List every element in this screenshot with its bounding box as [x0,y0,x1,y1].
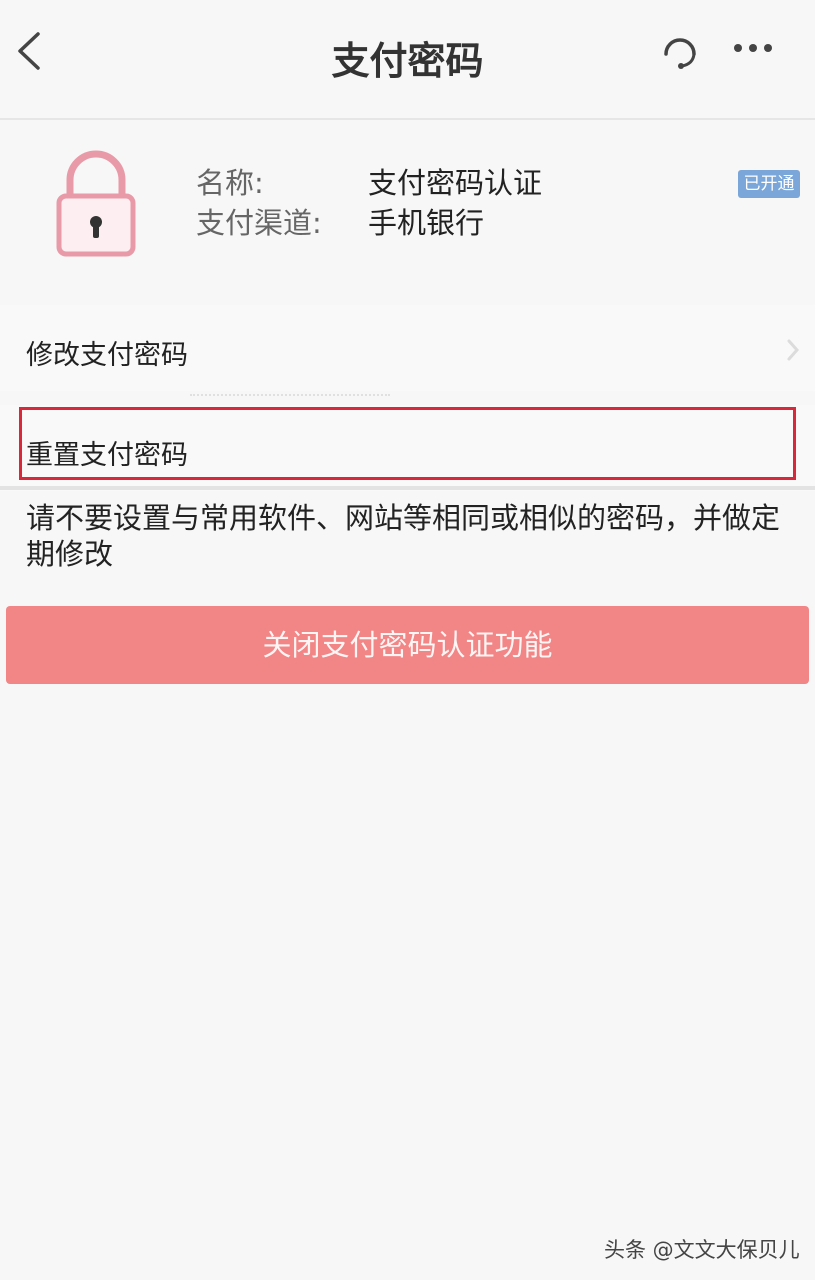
top-bar: 支付密码 [0,0,815,120]
lock-icon [56,150,136,257]
name-row: 名称: 支付密码认证 [196,160,542,202]
disable-password-auth-button[interactable]: 关闭支付密码认证功能 [6,606,809,684]
watermark-text: 头条 @文文大保贝儿 [604,1238,800,1262]
chevron-right-icon [787,339,800,361]
payment-password-page: 支付密码 名称: 支付密码认证 支付渠道: 手机银行 已开通 修改支付密码 重置… [0,0,815,1280]
channel-row: 支付渠道: 手机银行 [196,200,484,242]
customer-service-button[interactable] [656,26,704,74]
modify-password-label: 修改支付密码 [26,340,188,371]
channel-label: 支付渠道: [196,206,322,240]
name-label: 名称: [196,166,264,200]
status-badge: 已开通 [738,170,800,198]
section-separator [0,486,815,490]
headset-icon [664,38,696,69]
menu-divider [190,394,390,396]
modify-password-item[interactable]: 修改支付密码 [0,305,815,391]
reset-password-item[interactable]: 重置支付密码 [0,405,815,491]
more-dots-icon [734,44,772,52]
password-notice: 请不要设置与常用软件、网站等相同或相似的密码，并做定期修改 [26,501,781,571]
more-button[interactable] [728,28,778,68]
auth-info-section: 名称: 支付密码认证 支付渠道: 手机银行 已开通 [0,122,815,292]
name-value: 支付密码认证 [368,166,543,200]
reset-password-label: 重置支付密码 [26,440,188,471]
channel-value: 手机银行 [368,206,485,240]
